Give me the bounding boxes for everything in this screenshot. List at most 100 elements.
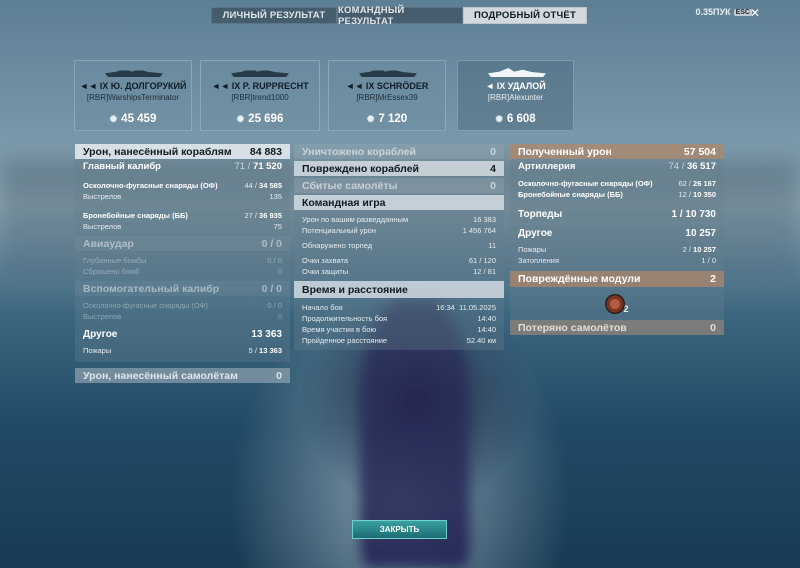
damage-ships-header: Урон, нанесённый кораблям 84 883: [75, 144, 290, 159]
label: Пожары: [518, 245, 547, 254]
top-right-controls: 0.35ПУК ESC: [696, 7, 752, 17]
label: Выстрелов: [83, 192, 122, 201]
label: Потенциальный урон: [302, 226, 376, 235]
secondary-block: Осколочно-фугасные снаряды (ОФ) 0 / 0 Вы…: [75, 296, 290, 326]
label: Главный калибр: [83, 161, 161, 172]
value: 4: [490, 162, 496, 175]
value: 0 / 0: [261, 237, 282, 250]
label: Артиллерия: [518, 161, 576, 172]
main-battery-block: Главный калибр 71 / 71 520 Осколочно-фуг…: [75, 159, 290, 236]
value: 11: [488, 241, 496, 250]
damaged-row: Повреждено кораблей 4: [294, 161, 504, 176]
air-strike-block: Глубинные бомбы 0 / 0 Сброшено бомб 0: [75, 251, 290, 281]
flooding-row: Затопления 1 / 0: [510, 255, 724, 266]
potential-damage-row: Потенциальный урон 1 456 764: [294, 225, 504, 236]
damaged-module-icon[interactable]: [605, 293, 626, 314]
planes-lost-row: Потеряно самолётов 0: [510, 320, 724, 335]
torpedoes-spotted-row: Обнаружено торпед 11: [294, 240, 504, 251]
other-received-row: Другое 10 257: [510, 225, 724, 241]
team-game-block: Урон по вашим разведданным 16 383 Потенц…: [294, 210, 504, 281]
value-b: 10 350: [693, 190, 716, 199]
label: Начало боя: [302, 303, 343, 312]
value-b: 36 935: [259, 211, 282, 220]
artillery-block: Артиллерия 74 / 36 517 Осколочно-фугасны…: [510, 159, 724, 206]
value-b: 71 520: [252, 161, 282, 172]
ap-shots-row: Выстрелов 75: [75, 221, 290, 232]
fires-received-row: Пожары 2 / 10 257: [510, 244, 724, 255]
value: 84 883: [249, 145, 282, 158]
value-a: 12 /: [678, 190, 694, 199]
value-a: 5 /: [248, 346, 260, 355]
value-a: 71 /: [234, 161, 253, 172]
ship-card[interactable]: ◄◄ IX P. RUPPRECHT [RBR]trend1000 ✺ 25 69…: [200, 60, 320, 131]
value: 27 / 36 935: [244, 211, 282, 220]
label: Пройденное расстояние: [302, 336, 388, 345]
battleship-silhouette-icon: [105, 68, 163, 77]
torpedoes-row: Торпеды 1 / 10 730: [510, 206, 724, 222]
value: 14:40: [477, 325, 496, 334]
label: Полученный урон: [518, 145, 612, 158]
ship-card[interactable]: ◄◄ IX SCHRÖDER [RBR]MrEssex39 ✺ 7 120: [328, 60, 446, 131]
destroyed-row: Уничтожено кораблей 0: [294, 144, 504, 159]
other-received-block: Пожары 2 / 10 257 Затопления 1 / 0: [510, 241, 724, 271]
value: 52.40 км: [466, 336, 496, 345]
value-a: 62 /: [678, 179, 694, 188]
value-a: 74 /: [668, 161, 687, 172]
damage-dealt-panel: Урон, нанесённый кораблям 84 883 Главный…: [75, 144, 290, 383]
value: 5 / 13 363: [249, 346, 282, 355]
value: 2 / 10 257: [683, 245, 716, 254]
secondary-shots-row: Выстрелов 0: [75, 311, 290, 322]
label: Обнаружено торпед: [302, 241, 373, 250]
close-button[interactable]: ЗАКРЫТЬ: [352, 520, 447, 539]
damage-burst-icon: ✺: [236, 113, 245, 124]
value-a: 27 /: [244, 211, 260, 220]
label: Затопления: [518, 256, 560, 265]
close-icon[interactable]: ✕: [750, 6, 760, 20]
participation-row: Время участия в бою 14:40: [294, 324, 504, 335]
label: Другое: [83, 329, 118, 340]
label: Осколочно-фугасные снаряды (ОФ): [83, 181, 218, 190]
value: 1 / 10 730: [671, 208, 716, 220]
value-b: 10 257: [693, 245, 716, 254]
label: Урон, нанесённый кораблям: [83, 145, 232, 158]
defense-points-row: Очки защиты 12 / 81: [294, 266, 504, 277]
value: 135: [269, 192, 282, 201]
value: 62 / 26 167: [678, 179, 716, 188]
label: Глубинные бомбы: [83, 256, 147, 265]
ship-card[interactable]: ◄◄ IX Ю. ДОЛГОРУКИЙ [RBR]WarshipsTermina…: [74, 60, 192, 131]
label: Выстрелов: [83, 222, 122, 231]
other-row: Другое 13 363: [75, 326, 290, 343]
label: Авиаудар: [83, 237, 134, 250]
player-name: [RBR]trend1000: [231, 93, 289, 102]
value: 71 / 71 520: [234, 161, 282, 172]
tab-team-result[interactable]: КОМАНДНЫЙ РЕЗУЛЬТАТ: [337, 5, 463, 27]
ship-card-player[interactable]: ◄ IX УДАЛОЙ [RBR]Alexunter ✺ 6 608: [457, 60, 574, 131]
label: Очки захвата: [302, 256, 349, 265]
ap-received-row: Бронебойные снаряды (ББ) 12 / 10 350: [510, 189, 724, 200]
value: 12 / 10 350: [678, 190, 716, 199]
ship-name: ◄◄ IX Ю. ДОЛГОРУКИЙ: [79, 81, 187, 91]
damage-burst-icon: ✺: [109, 113, 118, 124]
value-a: 44 /: [244, 181, 260, 190]
modules-header: Повреждённые модули 2: [510, 271, 724, 287]
ship-score-value: 6 608: [506, 113, 536, 125]
ship-score-value: 45 459: [121, 113, 157, 125]
tab-personal-result[interactable]: ЛИЧНЫЙ РЕЗУЛЬТАТ: [211, 7, 337, 24]
value: 0: [277, 267, 282, 276]
label: Уничтожено кораблей: [302, 145, 416, 158]
value-b: 13 363: [259, 346, 282, 355]
value: 0 / 0: [267, 301, 282, 310]
value: 0: [276, 369, 282, 382]
depth-charges-row: Глубинные бомбы 0 / 0: [75, 255, 290, 266]
player-name: [RBR]Alexunter: [487, 93, 544, 102]
planes-shot-row: Сбитые самолёты 0: [294, 178, 504, 193]
tab-detailed-report[interactable]: ПОДРОБНЫЙ ОТЧЁТ: [463, 7, 587, 24]
value: 1 456 764: [462, 226, 496, 235]
value: 0: [710, 321, 716, 334]
ship-score: ✺ 7 120: [329, 113, 445, 125]
value: 16 383: [473, 215, 496, 224]
label: Осколочно-фугасные снаряды (ОФ): [518, 179, 653, 188]
player-name: [RBR]MrEssex39: [356, 93, 418, 102]
label: Повреждено кораблей: [302, 162, 419, 175]
received-header: Полученный урон 57 504: [510, 144, 724, 159]
